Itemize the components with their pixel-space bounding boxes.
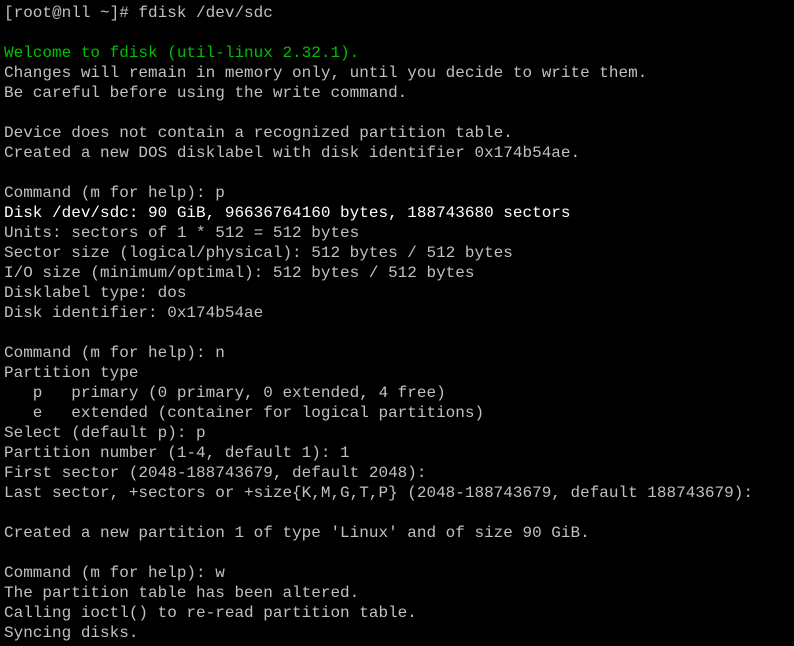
terminal-line: Disk /dev/sdc: 90 GiB, 96636764160 bytes…	[4, 204, 571, 222]
terminal-line: The partition table has been altered.	[4, 584, 360, 602]
terminal-output[interactable]: [root@nll ~]# fdisk /dev/sdc Welcome to f…	[0, 0, 794, 643]
terminal-line: Units: sectors of 1 * 512 = 512 bytes	[4, 224, 360, 242]
terminal-line: Disklabel type: dos	[4, 284, 187, 302]
terminal-line: I/O size (minimum/optimal): 512 bytes / …	[4, 264, 475, 282]
terminal-line: Command (m for help): w	[4, 564, 225, 582]
terminal-line: p primary (0 primary, 0 extended, 4 free…	[4, 384, 446, 402]
terminal-line: Command (m for help): n	[4, 344, 225, 362]
terminal-line: Sector size (logical/physical): 512 byte…	[4, 244, 513, 262]
terminal-line: First sector (2048-188743679, default 20…	[4, 464, 427, 482]
terminal-line: [root@nll ~]# fdisk /dev/sdc	[4, 4, 273, 22]
terminal-line: Created a new partition 1 of type 'Linux…	[4, 524, 590, 542]
terminal-line: Syncing disks.	[4, 624, 139, 642]
terminal-line: Be careful before using the write comman…	[4, 84, 408, 102]
terminal-line: Calling ioctl() to re-read partition tab…	[4, 604, 417, 622]
terminal-line: Last sector, +sectors or +size{K,M,G,T,P…	[4, 484, 753, 502]
terminal-line: Welcome to fdisk (util-linux 2.32.1).	[4, 44, 360, 62]
terminal-line: Select (default p): p	[4, 424, 206, 442]
terminal-line: Created a new DOS disklabel with disk id…	[4, 144, 581, 162]
terminal-line: Changes will remain in memory only, unti…	[4, 64, 648, 82]
terminal-line: Partition type	[4, 364, 139, 382]
terminal-line: Command (m for help): p	[4, 184, 225, 202]
terminal-line: Partition number (1-4, default 1): 1	[4, 444, 350, 462]
terminal-line: e extended (container for logical partit…	[4, 404, 485, 422]
terminal-line: Disk identifier: 0x174b54ae	[4, 304, 264, 322]
terminal-line: Device does not contain a recognized par…	[4, 124, 513, 142]
